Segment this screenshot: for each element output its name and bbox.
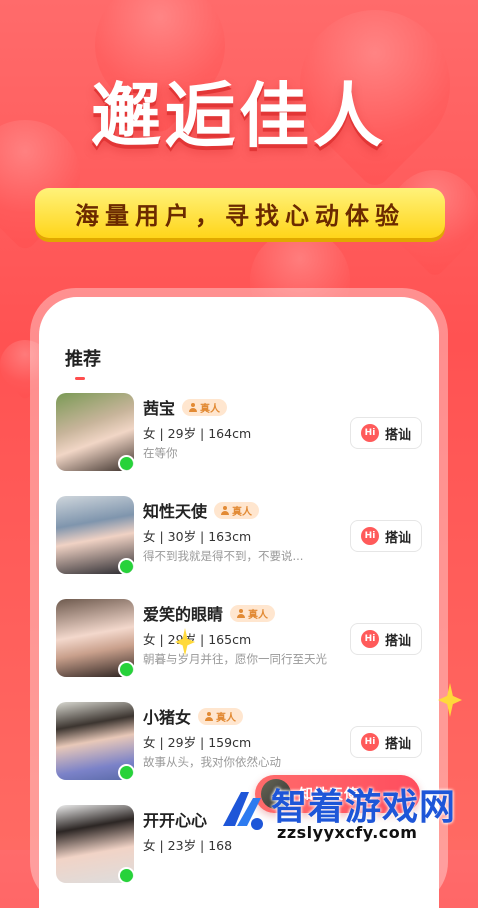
- hi-icon: Hi: [360, 527, 379, 545]
- chat-button-label: 搭讪: [384, 427, 411, 443]
- watermark-url: zzslyyxcfy.com: [277, 823, 418, 842]
- hero-slogan: 海量用户，寻找心动体验: [35, 188, 445, 238]
- chat-button[interactable]: Hi 搭讪: [350, 726, 422, 758]
- hi-icon: Hi: [360, 630, 379, 648]
- name-line: 爱笑的眼睛 真人: [143, 601, 276, 625]
- user-bio: 故事从头，我对你依然心动: [143, 755, 281, 769]
- name-line: 茜宝 真人: [143, 395, 228, 419]
- user-name: 开开心心: [143, 811, 208, 830]
- badge-label: 真人: [232, 506, 253, 518]
- online-indicator: [118, 558, 134, 574]
- chat-button[interactable]: Hi 搭讪: [350, 417, 422, 449]
- name-line: 知性天使 真人: [143, 498, 260, 522]
- person-icon: [189, 402, 198, 412]
- name-line: 小猪女 真人: [143, 704, 244, 728]
- user-info: 女 | 30岁 | 163cm: [143, 529, 252, 544]
- user-name: 知性天使: [143, 502, 208, 521]
- chat-button[interactable]: Hi 搭讪: [350, 520, 422, 552]
- user-bio: 朝暮与岁月并往，愿你一同行至天光: [143, 652, 327, 666]
- badge-label: 真人: [248, 609, 269, 621]
- name-line: 开开心心: [143, 807, 207, 831]
- user-name: 茜宝: [143, 399, 176, 418]
- online-indicator: [118, 764, 134, 780]
- tab-active-indicator: [75, 377, 85, 380]
- user-bio: 在等你: [143, 446, 178, 460]
- person-icon: [237, 608, 246, 618]
- verified-badge: 真人: [198, 707, 244, 725]
- tab-bar: 推荐: [65, 345, 101, 380]
- user-info: 女 | 29岁 | 165cm: [143, 632, 252, 647]
- list-item[interactable]: 茜宝 真人 女 | 29岁 | 164cm 在等你 Hi 搭讪: [56, 393, 422, 496]
- user-name: 爱笑的眼睛: [143, 605, 224, 624]
- person-icon: [221, 505, 230, 515]
- avatar[interactable]: [56, 702, 134, 780]
- list-item[interactable]: 爱笑的眼睛 真人 女 | 29岁 | 165cm 朝暮与岁月并往，愿你一同行至天…: [56, 599, 422, 702]
- hero-title-wrap: 邂逅佳人: [0, 60, 478, 161]
- online-indicator: [118, 867, 134, 883]
- badge-label: 真人: [216, 712, 237, 724]
- verified-badge: 真人: [182, 398, 228, 416]
- hi-icon: Hi: [360, 733, 379, 751]
- watermark: 智着游戏网 zzslyyxcfy.com: [219, 776, 474, 846]
- watermark-logo-icon: [223, 792, 263, 830]
- chat-button-label: 搭讪: [384, 633, 411, 649]
- verified-badge: 真人: [230, 604, 276, 622]
- tab-recommend[interactable]: 推荐: [65, 345, 101, 371]
- online-indicator: [118, 455, 134, 471]
- hi-icon: Hi: [360, 424, 379, 442]
- list-item[interactable]: 知性天使 真人 女 | 30岁 | 163cm 得不到我就是得不到，不要说...…: [56, 496, 422, 599]
- avatar[interactable]: [56, 496, 134, 574]
- user-bio: 得不到我就是得不到，不要说...: [143, 549, 304, 563]
- hero-title: 邂逅佳人: [91, 75, 387, 157]
- user-info: 女 | 29岁 | 164cm: [143, 426, 252, 441]
- user-name: 小猪女: [143, 708, 192, 727]
- chat-button[interactable]: Hi 搭讪: [350, 623, 422, 655]
- avatar[interactable]: [56, 805, 134, 883]
- avatar[interactable]: [56, 393, 134, 471]
- chat-button-label: 搭讪: [384, 736, 411, 752]
- badge-label: 真人: [200, 403, 221, 415]
- user-info: 女 | 29岁 | 159cm: [143, 735, 252, 750]
- avatar[interactable]: [56, 599, 134, 677]
- verified-badge: 真人: [214, 501, 260, 519]
- online-indicator: [118, 661, 134, 677]
- person-icon: [205, 711, 214, 721]
- chat-button-label: 搭讪: [384, 530, 411, 546]
